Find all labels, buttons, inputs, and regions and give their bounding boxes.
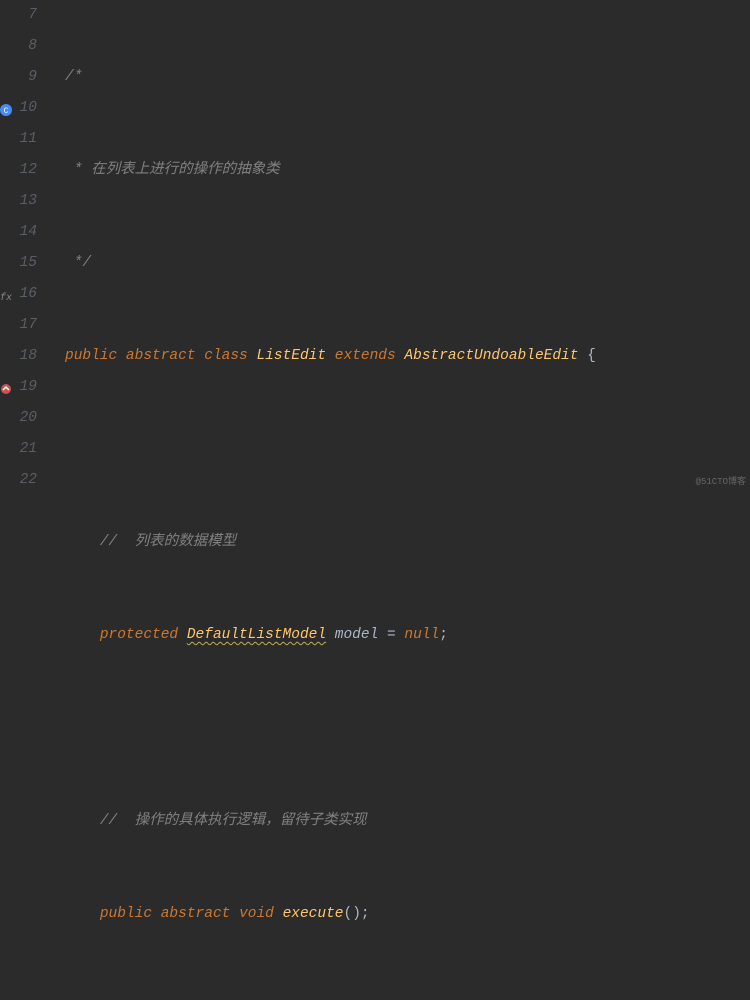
operator: = xyxy=(387,627,396,643)
keyword-abstract: abstract xyxy=(126,348,196,364)
keyword-abstract: abstract xyxy=(161,906,231,922)
comment: * 在列表上进行的操作的抽象类 xyxy=(65,162,280,178)
line-number: 9 xyxy=(0,62,37,93)
line-number: 14 xyxy=(0,217,37,248)
comment: /* xyxy=(65,69,82,85)
watermark: @51CTO博客 xyxy=(696,467,746,498)
type-name: DefaultListModel xyxy=(187,627,326,643)
class-name: ListEdit xyxy=(256,348,326,364)
svg-text:C: C xyxy=(4,107,9,116)
line-number: 13 xyxy=(0,186,37,217)
semicolon: ; xyxy=(439,627,448,643)
line-number: 15 xyxy=(0,248,37,279)
variable-name: model xyxy=(335,627,379,643)
code-line: // 列表的数据模型 xyxy=(65,527,607,558)
keyword-protected: protected xyxy=(100,627,178,643)
line-number: 11 xyxy=(0,124,37,155)
gutter: 7 8 9 C 10 11 12 13 14 15 fx 16 17 18 19… xyxy=(0,0,55,500)
comment: // 操作的具体执行逻辑，留待子类实现 xyxy=(100,813,367,829)
code-line: public abstract class ListEdit extends A… xyxy=(65,341,607,372)
code-line: public abstract void execute(); xyxy=(65,899,607,930)
keyword-extends: extends xyxy=(335,348,396,364)
line-number: 12 xyxy=(0,155,37,186)
override-icon[interactable] xyxy=(0,379,14,395)
keyword-public: public xyxy=(100,906,152,922)
keyword-void: void xyxy=(239,906,274,922)
code-line: * 在列表上进行的操作的抽象类 xyxy=(65,155,607,186)
keyword-class: class xyxy=(204,348,248,364)
svg-text:fx: fx xyxy=(0,292,12,304)
line-number: fx 16 xyxy=(0,279,37,310)
keyword-null: null xyxy=(404,627,439,643)
line-number: 7 xyxy=(0,0,37,31)
code-line: protected DefaultListModel model = null; xyxy=(65,620,607,651)
code-line: // 操作的具体执行逻辑，留待子类实现 xyxy=(65,806,607,837)
abstract-method-icon[interactable]: fx xyxy=(0,286,14,302)
comment: // 列表的数据模型 xyxy=(100,534,236,550)
code-line: /* xyxy=(65,62,607,93)
line-number: 18 xyxy=(0,341,37,372)
code-area[interactable]: /* * 在列表上进行的操作的抽象类 */ public abstract cl… xyxy=(55,0,607,500)
code-line xyxy=(65,713,607,744)
line-number: 19 xyxy=(0,372,37,403)
method-name: execute xyxy=(283,906,344,922)
keyword-public: public xyxy=(65,348,117,364)
brace-open: { xyxy=(587,348,596,364)
code-line xyxy=(65,434,607,465)
code-line: */ xyxy=(65,248,607,279)
parentheses: (); xyxy=(344,906,370,922)
code-line xyxy=(65,992,607,1000)
line-number: 21 xyxy=(0,434,37,465)
code-editor: 7 8 9 C 10 11 12 13 14 15 fx 16 17 18 19… xyxy=(0,0,750,500)
class-icon[interactable]: C xyxy=(0,100,14,116)
superclass-name: AbstractUndoableEdit xyxy=(404,348,578,364)
comment: */ xyxy=(65,255,91,271)
line-number: 17 xyxy=(0,310,37,341)
line-number: 22 xyxy=(0,465,37,496)
line-number: 20 xyxy=(0,403,37,434)
line-number: C 10 xyxy=(0,93,37,124)
line-number: 8 xyxy=(0,31,37,62)
